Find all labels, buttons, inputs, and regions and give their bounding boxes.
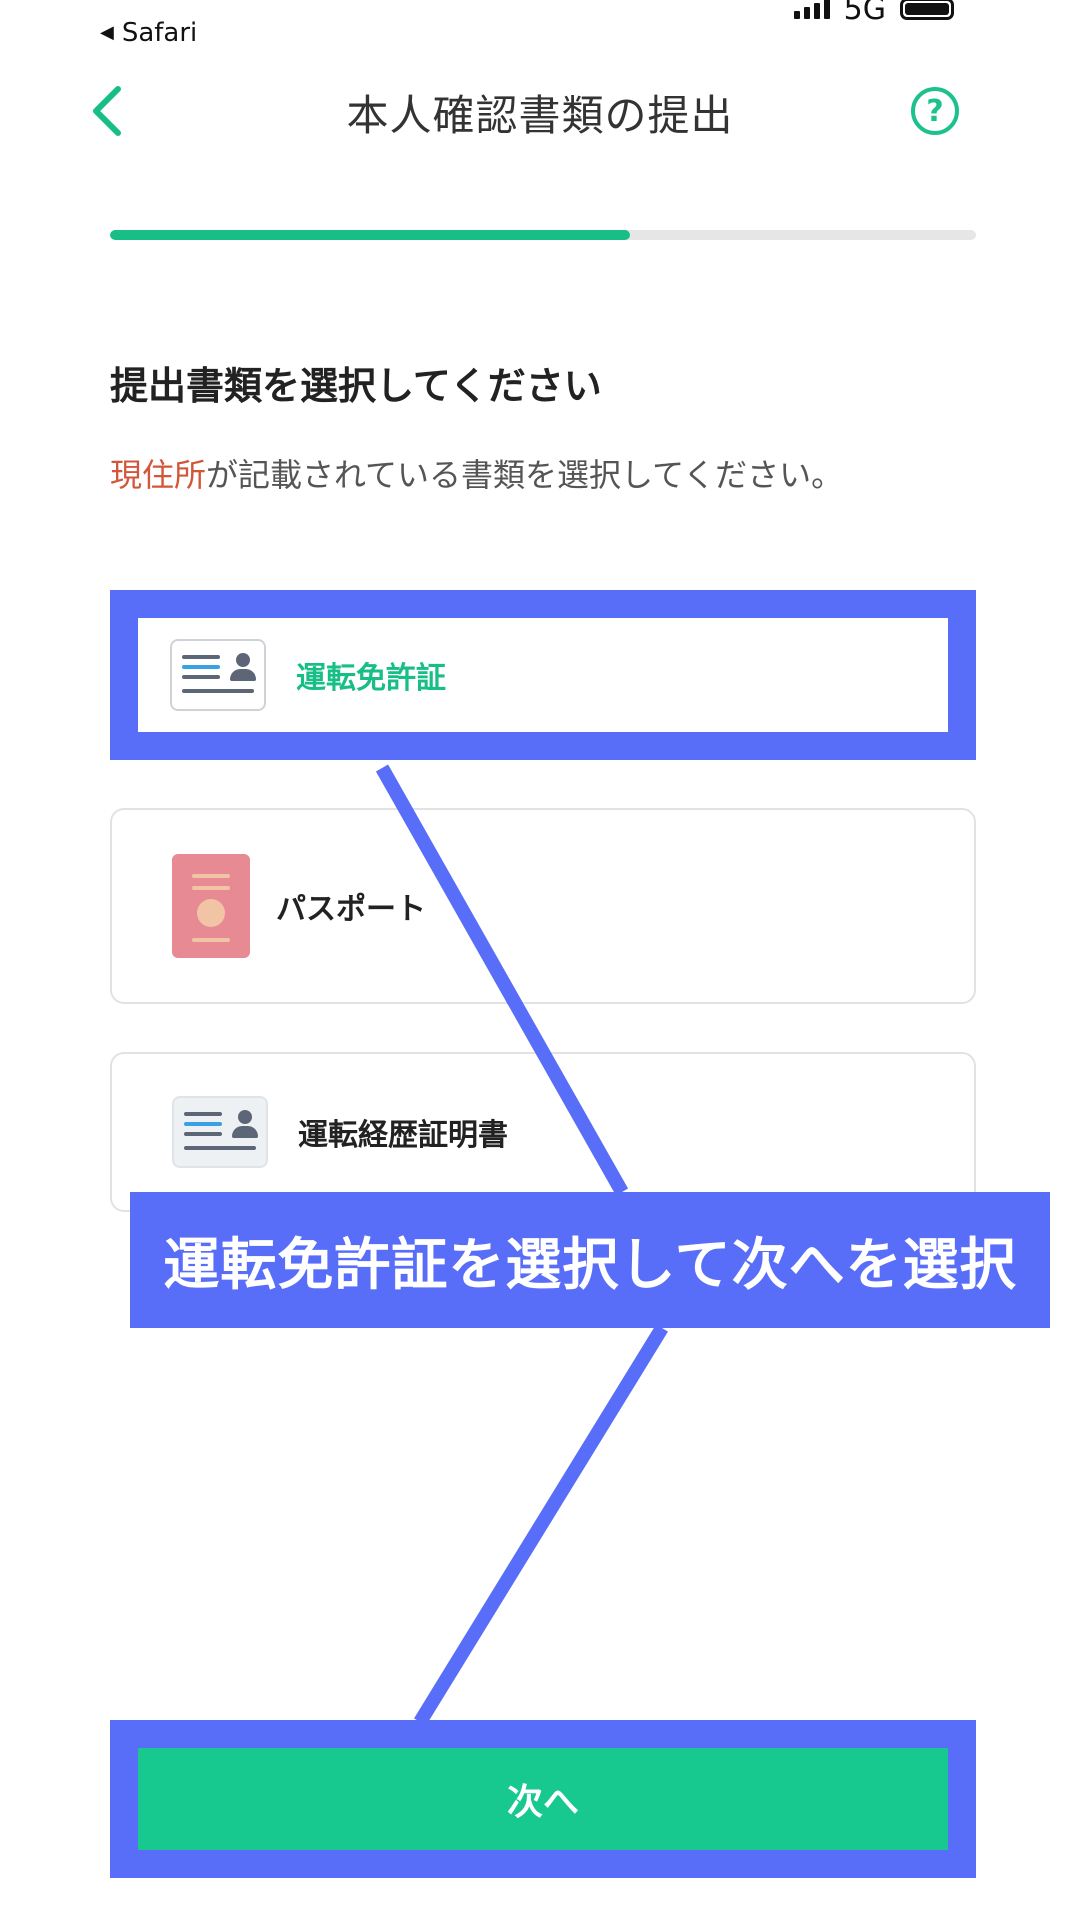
status-back-to-safari[interactable]: ◀ Safari (100, 18, 197, 48)
passport-icon (172, 854, 250, 958)
option-label: パスポート (276, 892, 426, 927)
option-drivers-license[interactable]: 運転免許証 (110, 590, 976, 760)
option-driving-history-certificate[interactable]: 運転経歴証明書 (110, 1052, 976, 1212)
option-label: 運転経歴証明書 (298, 1118, 508, 1153)
id-card-icon (172, 1096, 268, 1168)
section-heading: 提出書類を選択してください (110, 364, 602, 408)
description-text: が記載されている書類を選択してください。 (206, 456, 844, 494)
option-passport[interactable]: パスポート (110, 808, 976, 1004)
id-card-icon (170, 639, 266, 711)
status-indicators: 5G (793, 0, 954, 27)
network-label: 5G (843, 0, 886, 27)
battery-icon (900, 0, 954, 20)
question-icon: ? (926, 93, 944, 129)
option-label: 運転免許証 (296, 661, 446, 696)
app-screen: ◀ Safari 5G 本人確認書類の提出 ? 提出書類を選択してください 現住… (0, 0, 1080, 1920)
current-address-highlight: 現住所 (110, 456, 207, 494)
status-back-label: Safari (121, 18, 198, 48)
annotation-callout: 運転免許証を選択して次へを選択 (130, 1192, 1050, 1328)
next-button-highlight: 次へ (110, 1720, 976, 1878)
progress-bar (110, 230, 976, 240)
section-description: 現住所が記載されている書類を選択してください。 (110, 450, 843, 496)
signal-icon (793, 0, 830, 19)
connector-line-bottom (414, 1324, 668, 1726)
progress-fill (110, 230, 630, 240)
next-button[interactable]: 次へ (138, 1748, 948, 1850)
back-triangle-icon: ◀ (100, 22, 114, 43)
help-button[interactable]: ? (911, 87, 959, 135)
